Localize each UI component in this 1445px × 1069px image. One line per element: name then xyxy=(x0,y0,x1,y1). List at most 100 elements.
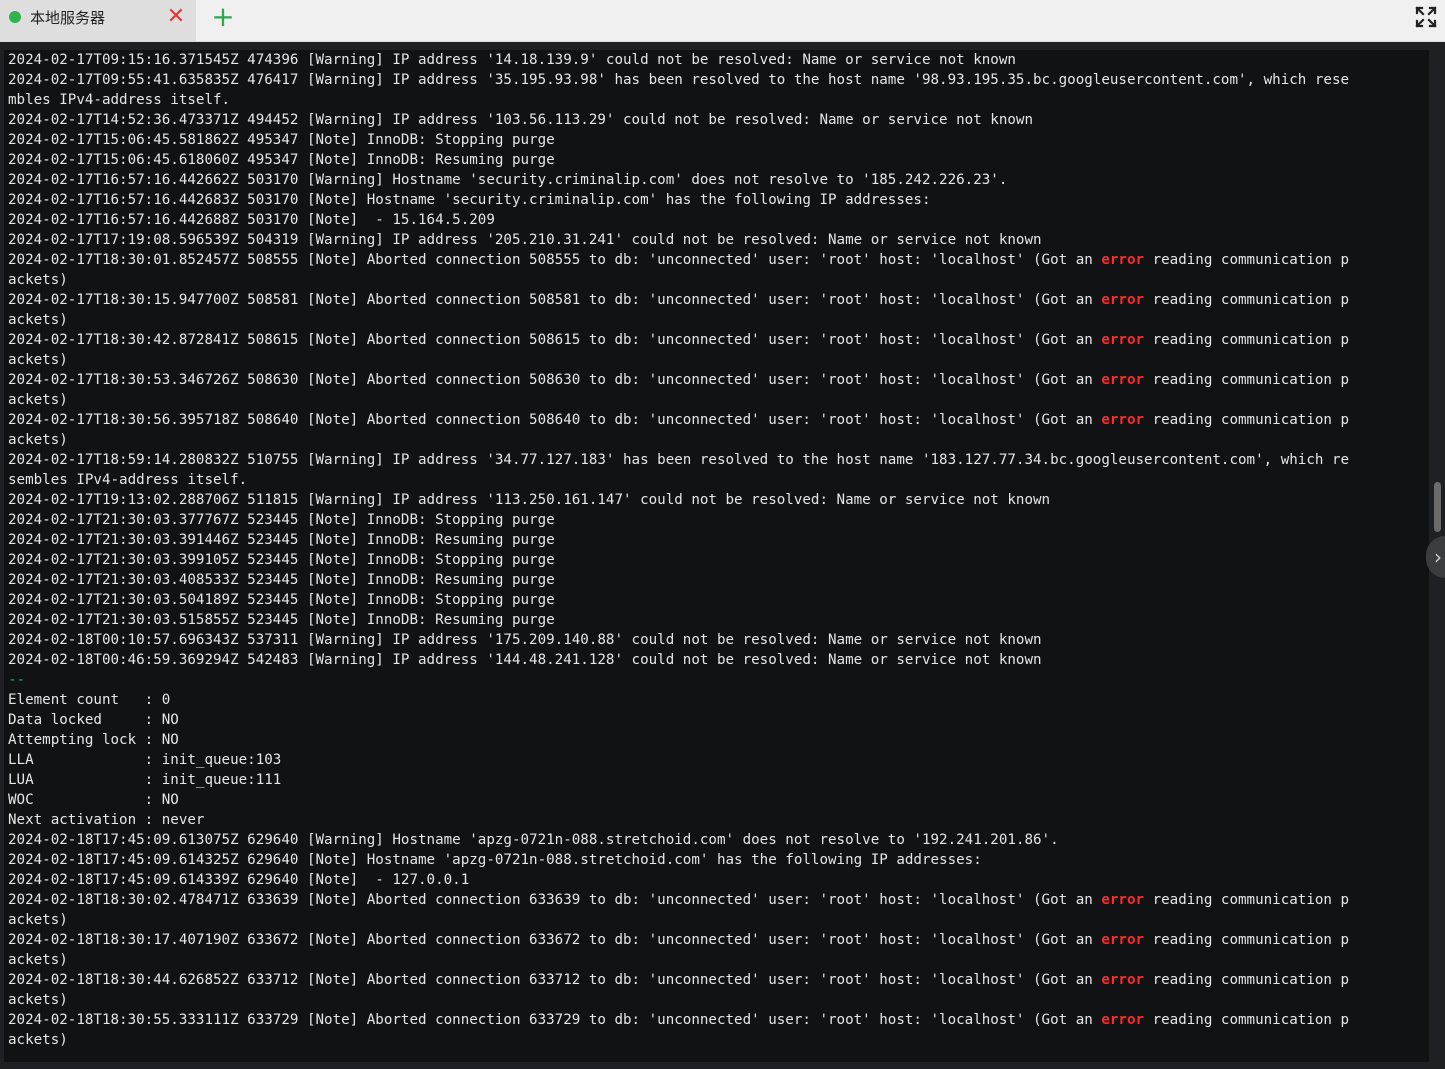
terminal-output-area[interactable]: 2024-02-17T09:15:16.371545Z 474396 [Warn… xyxy=(4,50,1429,1062)
log-text: 2024-02-17T09:15:16.371545Z 474396 [Warn… xyxy=(8,52,1016,68)
log-text: 2024-02-18T00:46:59.369294Z 542483 [Warn… xyxy=(8,652,1042,668)
error-keyword: error xyxy=(1101,972,1145,988)
log-text: 2024-02-17T19:13:02.288706Z 511815 [Warn… xyxy=(8,492,1051,508)
log-text: 2024-02-18T18:30:02.478471Z 633639 [Note… xyxy=(8,892,1102,908)
log-line: mbles IPv4-address itself. xyxy=(8,90,1349,110)
log-text: 2024-02-17T18:59:14.280832Z 510755 [Warn… xyxy=(8,452,1350,468)
terminal-panel[interactable]: 2024-02-17T09:15:16.371545Z 474396 [Warn… xyxy=(0,42,1445,1069)
error-keyword: error xyxy=(1101,1012,1145,1028)
log-text: 2024-02-17T21:30:03.504189Z 523445 [Note… xyxy=(8,592,555,608)
log-text: 2024-02-17T21:30:03.515855Z 523445 [Note… xyxy=(8,612,555,628)
log-text: 2024-02-17T16:57:16.442662Z 503170 [Warn… xyxy=(8,172,1008,188)
log-text: 2024-02-17T18:30:53.346726Z 508630 [Note… xyxy=(8,372,1102,388)
log-text: 2024-02-17T21:30:03.408533Z 523445 [Note… xyxy=(8,572,555,588)
log-line: 2024-02-18T18:30:17.407190Z 633672 [Note… xyxy=(8,930,1349,950)
scroll-thumb[interactable] xyxy=(1434,482,1441,532)
log-text: mbles IPv4-address itself. xyxy=(8,92,231,108)
log-text: Data locked : NO xyxy=(8,712,179,728)
log-line: WOC : NO xyxy=(8,790,1349,810)
log-text: Element count : 0 xyxy=(8,692,171,708)
log-line: 2024-02-17T16:57:16.442688Z 503170 [Note… xyxy=(8,210,1349,230)
error-keyword: error xyxy=(1101,372,1145,388)
log-text: 2024-02-17T21:30:03.399105Z 523445 [Note… xyxy=(8,552,555,568)
log-line: 2024-02-18T00:10:57.696343Z 537311 [Warn… xyxy=(8,630,1349,650)
log-line: 2024-02-17T15:06:45.618060Z 495347 [Note… xyxy=(8,150,1349,170)
log-line: ackets) xyxy=(8,990,1349,1010)
log-line: 2024-02-18T17:45:09.614325Z 629640 [Note… xyxy=(8,850,1349,870)
log-line: 2024-02-17T09:15:16.371545Z 474396 [Warn… xyxy=(8,50,1349,70)
log-text: sembles IPv4-address itself. xyxy=(8,472,248,488)
log-line: 2024-02-18T18:30:02.478471Z 633639 [Note… xyxy=(8,890,1349,910)
add-tab-icon[interactable]: + xyxy=(210,3,236,31)
error-keyword: error xyxy=(1101,412,1145,428)
log-text: 2024-02-17T21:30:03.391446Z 523445 [Note… xyxy=(8,532,555,548)
fullscreen-expand-icon[interactable] xyxy=(1414,5,1438,29)
log-line: ackets) xyxy=(8,310,1349,330)
log-line: 2024-02-17T21:30:03.377767Z 523445 [Note… xyxy=(8,510,1349,530)
log-line: 2024-02-17T21:30:03.399105Z 523445 [Note… xyxy=(8,550,1349,570)
log-text: 2024-02-18T17:45:09.614339Z 629640 [Note… xyxy=(8,872,470,888)
log-line: 2024-02-17T21:30:03.515855Z 523445 [Note… xyxy=(8,610,1349,630)
tab-local-server[interactable]: 本地服务器 ✕ xyxy=(0,0,196,42)
log-line: 2024-02-17T14:52:36.473371Z 494452 [Warn… xyxy=(8,110,1349,130)
log-text: 2024-02-18T18:30:55.333111Z 633729 [Note… xyxy=(8,1012,1102,1028)
error-keyword: error xyxy=(1101,332,1145,348)
log-text: reading communication p xyxy=(1144,1012,1350,1028)
log-line: 2024-02-17T15:06:45.581862Z 495347 [Note… xyxy=(8,130,1349,150)
log-text: 2024-02-17T17:19:08.596539Z 504319 [Warn… xyxy=(8,232,1042,248)
log-text: ackets) xyxy=(8,1032,68,1048)
log-text: 2024-02-18T00:10:57.696343Z 537311 [Warn… xyxy=(8,632,1042,648)
log-text: Attempting lock : NO xyxy=(8,732,179,748)
log-line: Element count : 0 xyxy=(8,690,1349,710)
log-text: Next activation : never xyxy=(8,812,205,828)
chevron-right-icon: › xyxy=(1434,545,1442,569)
log-text: ackets) xyxy=(8,352,68,368)
log-text: ackets) xyxy=(8,392,68,408)
log-line: 2024-02-18T17:45:09.614339Z 629640 [Note… xyxy=(8,870,1349,890)
log-text: reading communication p xyxy=(1144,972,1350,988)
log-text: ackets) xyxy=(8,312,68,328)
log-line: ackets) xyxy=(8,1030,1349,1050)
error-keyword: error xyxy=(1101,292,1145,308)
log-line: ackets) xyxy=(8,950,1349,970)
log-text: 2024-02-17T14:52:36.473371Z 494452 [Warn… xyxy=(8,112,1033,128)
log-text: 2024-02-18T17:45:09.613075Z 629640 [Warn… xyxy=(8,832,1059,848)
log-text: 2024-02-17T18:30:42.872841Z 508615 [Note… xyxy=(8,332,1102,348)
log-text: ackets) xyxy=(8,992,68,1008)
log-line: 2024-02-17T18:30:56.395718Z 508640 [Note… xyxy=(8,410,1349,430)
log-text: reading communication p xyxy=(1144,252,1350,268)
log-line: 2024-02-18T18:30:44.626852Z 633712 [Note… xyxy=(8,970,1349,990)
log-line: -- xyxy=(8,670,1349,690)
log-line: 2024-02-17T18:30:15.947700Z 508581 [Note… xyxy=(8,290,1349,310)
log-text: WOC : NO xyxy=(8,792,179,808)
log-text: LLA : init_queue:103 xyxy=(8,752,282,768)
error-keyword: error xyxy=(1101,252,1145,268)
log-text: 2024-02-17T16:57:16.442688Z 503170 [Note… xyxy=(8,212,495,228)
log-line: 2024-02-17T19:13:02.288706Z 511815 [Warn… xyxy=(8,490,1349,510)
tab-bar: 本地服务器 ✕ + xyxy=(0,0,1445,42)
log-text: reading communication p xyxy=(1144,412,1350,428)
log-line: ackets) xyxy=(8,350,1349,370)
error-keyword: error xyxy=(1101,932,1145,948)
log-line: 2024-02-18T00:46:59.369294Z 542483 [Warn… xyxy=(8,650,1349,670)
log-text: 2024-02-18T17:45:09.614325Z 629640 [Note… xyxy=(8,852,982,868)
close-tab-icon[interactable]: ✕ xyxy=(166,6,186,28)
log-text: 2024-02-17T09:55:41.635835Z 476417 [Warn… xyxy=(8,72,1350,88)
log-line: 2024-02-18T17:45:09.613075Z 629640 [Warn… xyxy=(8,830,1349,850)
log-line: 2024-02-17T17:19:08.596539Z 504319 [Warn… xyxy=(8,230,1349,250)
log-line: Data locked : NO xyxy=(8,710,1349,730)
log-text: LUA : init_queue:111 xyxy=(8,772,282,788)
log-text: 2024-02-17T15:06:45.618060Z 495347 [Note… xyxy=(8,152,555,168)
log-line: 2024-02-17T18:30:01.852457Z 508555 [Note… xyxy=(8,250,1349,270)
log-text: reading communication p xyxy=(1144,292,1350,308)
log-output: 2024-02-17T09:15:16.371545Z 474396 [Warn… xyxy=(8,50,1349,1050)
log-text: ackets) xyxy=(8,272,68,288)
error-keyword: error xyxy=(1101,892,1145,908)
tab-title: 本地服务器 xyxy=(30,9,106,27)
log-line: LLA : init_queue:103 xyxy=(8,750,1349,770)
log-text: 2024-02-17T16:57:16.442683Z 503170 [Note… xyxy=(8,192,931,208)
log-text: reading communication p xyxy=(1144,932,1350,948)
log-text: ackets) xyxy=(8,952,68,968)
log-text: 2024-02-17T18:30:56.395718Z 508640 [Note… xyxy=(8,412,1102,428)
log-line: 2024-02-17T18:59:14.280832Z 510755 [Warn… xyxy=(8,450,1349,470)
